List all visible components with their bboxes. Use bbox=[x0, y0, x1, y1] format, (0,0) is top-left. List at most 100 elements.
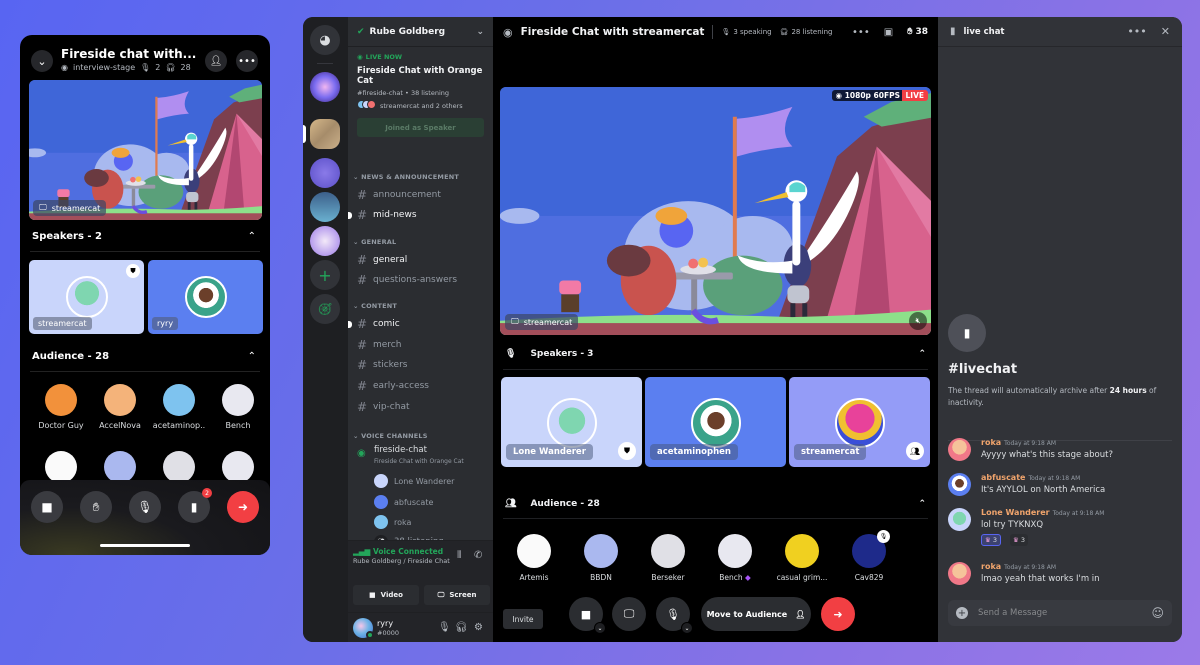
message-input[interactable]: Send a Message bbox=[978, 608, 1047, 618]
invite-button[interactable]: Invite bbox=[503, 609, 543, 629]
audience-member[interactable] bbox=[149, 451, 209, 483]
mic-options-chevron-icon[interactable]: ⌄ bbox=[681, 622, 693, 634]
video-button[interactable]: ■ Video bbox=[353, 585, 419, 605]
mobile-speaker-tile[interactable]: ryry bbox=[148, 260, 263, 334]
audience-member[interactable]: BBDN bbox=[571, 534, 631, 582]
add-user-button[interactable]: 👤︎ bbox=[205, 50, 227, 72]
discord-home-button[interactable]: ◕ bbox=[310, 25, 340, 55]
channel-comic[interactable]: # comic bbox=[348, 317, 400, 331]
joined-as-speaker-button[interactable]: Joined as Speaker bbox=[357, 118, 484, 137]
noise-suppression-button[interactable]: ⦀ bbox=[457, 550, 461, 561]
more-button[interactable]: ••• bbox=[236, 50, 258, 72]
audience-member[interactable]: acetaminop.. bbox=[149, 384, 209, 430]
stream-volume-button[interactable]: 🔇︎ bbox=[909, 312, 927, 330]
move-to-audience-button[interactable]: Move to Audience 👤︎ bbox=[701, 597, 811, 631]
speaker-tile[interactable]: Lone Wanderer ⛊ bbox=[501, 377, 642, 467]
emoji-button[interactable]: ☺ bbox=[1151, 606, 1164, 620]
raise-hand-button[interactable]: ✋︎ bbox=[80, 491, 112, 523]
disconnect-button[interactable]: ✆ bbox=[474, 550, 482, 561]
audience-member[interactable]: Doctor Guy bbox=[31, 384, 91, 430]
channel-questions-answers[interactable]: # questions-answers bbox=[357, 273, 457, 287]
audience-member[interactable] bbox=[90, 451, 150, 483]
mic-icon: 🎙︎ bbox=[505, 349, 517, 359]
audience-member[interactable]: Artemis bbox=[504, 534, 564, 582]
collapse-audience-icon[interactable]: ⌃ bbox=[248, 351, 256, 362]
audience-member[interactable]: 🎙︎ Cav829 bbox=[839, 530, 899, 582]
attach-button[interactable]: + bbox=[956, 607, 968, 619]
server-icon[interactable] bbox=[310, 119, 340, 149]
raised-hands-button[interactable]: ✋︎ 38 bbox=[907, 27, 928, 37]
explore-button[interactable]: 🧭︎ bbox=[310, 294, 340, 324]
server-icon[interactable] bbox=[310, 158, 340, 188]
channel-label: early-access bbox=[373, 381, 429, 391]
deafen-button[interactable]: 🎧︎ bbox=[455, 622, 468, 633]
channel-vip-chat[interactable]: # vip-chat bbox=[357, 400, 409, 414]
more-button[interactable]: ••• bbox=[1127, 25, 1146, 38]
leave-button[interactable]: ➜ bbox=[227, 491, 259, 523]
channel-mid-news[interactable]: # mid-news bbox=[348, 208, 417, 222]
category-content[interactable]: ⌄ CONTENT bbox=[353, 302, 397, 310]
collapse-speakers-icon[interactable]: ⌃ bbox=[248, 231, 256, 242]
avatar bbox=[374, 474, 388, 488]
mobile-speaker-tile[interactable]: ⛊ streamercat bbox=[29, 260, 144, 334]
reaction[interactable]: ♛ 3 bbox=[1010, 534, 1028, 546]
collapse-audience-button[interactable]: ⌃ bbox=[918, 499, 926, 509]
mute-button[interactable]: 🎙︎ bbox=[438, 622, 451, 633]
voice-user[interactable]: roka bbox=[374, 515, 411, 529]
audience-member[interactable]: casual grim... bbox=[772, 534, 832, 582]
message-author[interactable]: Lone Wanderer Today at 9:18 AM bbox=[981, 508, 1104, 517]
channel-early-access[interactable]: # early-access bbox=[357, 379, 429, 393]
message-author[interactable]: roka Today at 9:18 AM bbox=[981, 562, 1056, 571]
reaction[interactable]: ♛ 3 bbox=[981, 534, 1001, 546]
popout-button[interactable]: ▣ bbox=[884, 27, 893, 38]
message-author[interactable]: abfuscate Today at 9:18 AM bbox=[981, 473, 1080, 482]
audience-member[interactable]: Bench ◆ bbox=[705, 534, 765, 582]
close-button[interactable]: ✕ bbox=[1161, 25, 1170, 38]
avatar[interactable] bbox=[948, 438, 971, 461]
voice-user[interactable]: abfuscate bbox=[374, 495, 433, 509]
message-composer[interactable]: + Send a Message ☺ bbox=[948, 600, 1172, 626]
screen-share-button[interactable]: 🖵 bbox=[612, 597, 646, 631]
collapse-button[interactable]: ⌄ bbox=[31, 50, 53, 72]
category-voice[interactable]: ⌄ VOICE CHANNELS bbox=[353, 432, 428, 440]
audience-member[interactable]: Berseker bbox=[638, 534, 698, 582]
chat-button[interactable]: ▮ 2 bbox=[178, 488, 212, 523]
add-server-button[interactable]: + bbox=[310, 260, 340, 290]
channel-stickers[interactable]: # stickers bbox=[357, 358, 407, 372]
mobile-stream-preview[interactable]: 🖵 streamercat bbox=[29, 80, 262, 220]
mic-button[interactable]: 🎙︎ bbox=[129, 491, 161, 523]
mic-button[interactable]: 🎙︎ ⌄ bbox=[656, 597, 693, 634]
camera-options-chevron-icon[interactable]: ⌄ bbox=[594, 622, 606, 634]
moderator-shield-icon: ⛊ bbox=[618, 442, 636, 460]
speaker-tile[interactable]: streamercat 👥︎ bbox=[789, 377, 930, 467]
speaker-tile[interactable]: acetaminophen bbox=[645, 377, 786, 467]
avatar[interactable] bbox=[948, 562, 971, 585]
home-indicator[interactable] bbox=[100, 544, 190, 547]
collapse-speakers-button[interactable]: ⌃ bbox=[918, 349, 926, 359]
move-to-audience-icon[interactable]: 👥︎ bbox=[906, 442, 924, 460]
camera-button[interactable]: ■ ⌄ bbox=[569, 597, 606, 634]
camera-button[interactable]: ■ bbox=[31, 491, 63, 523]
audience-member[interactable]: AccelNova bbox=[90, 384, 150, 430]
category-news[interactable]: ⌄ NEWS & ANNOUNCEMENT bbox=[353, 173, 459, 181]
channel-announcement[interactable]: # announcement bbox=[357, 188, 441, 202]
server-icon[interactable] bbox=[310, 72, 340, 102]
server-header[interactable]: ✔ Rube Goldberg ⌄ bbox=[348, 17, 493, 47]
audience-member[interactable] bbox=[31, 451, 91, 483]
stream-view[interactable]: ◉ 1080p 60FPS LIVE 🖵 streamercat 🔇︎ bbox=[500, 87, 931, 335]
channel-general[interactable]: # general bbox=[357, 253, 407, 267]
settings-button[interactable]: ⚙ bbox=[474, 622, 483, 633]
leave-stage-button[interactable]: ➜ bbox=[821, 597, 855, 631]
message-author[interactable]: roka Today at 9:18 AM bbox=[981, 438, 1056, 447]
server-icon[interactable] bbox=[310, 226, 340, 256]
more-button[interactable]: ••• bbox=[852, 27, 870, 38]
server-icon[interactable] bbox=[310, 192, 340, 222]
voice-user[interactable]: Lone Wanderer bbox=[374, 474, 454, 488]
avatar[interactable] bbox=[948, 473, 971, 496]
audience-member[interactable]: Bench bbox=[208, 384, 268, 430]
screen-share-button[interactable]: 🖵 Screen bbox=[424, 585, 490, 605]
avatar[interactable] bbox=[948, 508, 971, 531]
category-general[interactable]: ⌄ GENERAL bbox=[353, 238, 396, 246]
audience-member[interactable] bbox=[208, 451, 268, 483]
channel-merch[interactable]: # merch bbox=[357, 338, 401, 352]
